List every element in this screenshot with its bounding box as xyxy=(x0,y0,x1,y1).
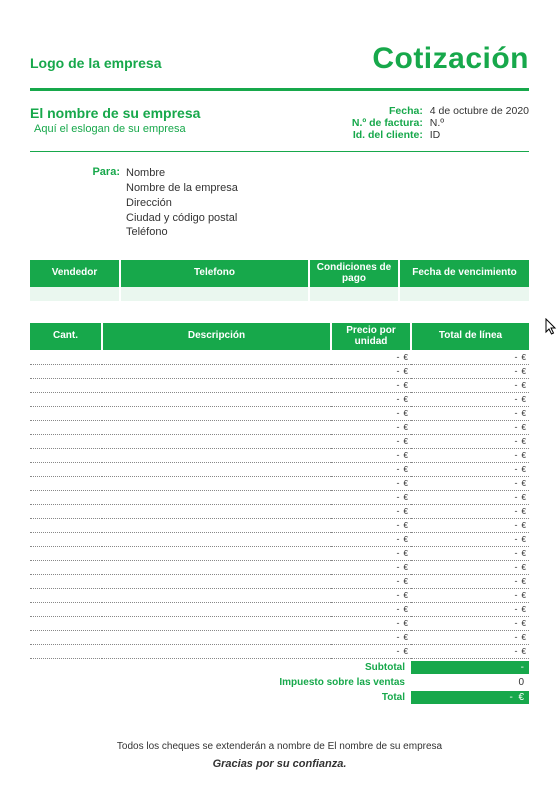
table-row: -€-€ xyxy=(30,462,529,476)
company-logo-text: Logo de la empresa xyxy=(30,55,161,71)
tax-value: 0 xyxy=(411,676,529,689)
recipient-address: Dirección xyxy=(126,196,238,211)
items-header-desc: Descripción xyxy=(102,323,331,350)
company-name: El nombre de su empresa xyxy=(30,105,200,121)
table-row: -€-€ xyxy=(30,420,529,434)
table-row: -€-€ xyxy=(30,434,529,448)
recipient-company: Nombre de la empresa xyxy=(126,181,238,196)
divider-sub xyxy=(30,151,529,152)
info-header-seller: Vendedor xyxy=(30,260,120,287)
table-row: -€-€ xyxy=(30,490,529,504)
table-row: -€-€ xyxy=(30,616,529,630)
info-row xyxy=(30,287,529,301)
subtotal-label: Subtotal xyxy=(365,662,411,673)
recipient-name: Nombre xyxy=(126,166,238,181)
recipient-label: Para: xyxy=(30,166,126,240)
table-row: -€-€ xyxy=(30,574,529,588)
table-row: -€-€ xyxy=(30,602,529,616)
recipient-block: Nombre Nombre de la empresa Dirección Ci… xyxy=(126,166,238,240)
recipient-citypostal: Ciudad y código postal xyxy=(126,211,238,226)
items-header-qty: Cant. xyxy=(30,323,102,350)
table-row: -€-€ xyxy=(30,476,529,490)
footer-line1: Todos los cheques se extenderán a nombre… xyxy=(30,741,529,752)
table-row: -€-€ xyxy=(30,630,529,644)
invoice-label: N.º de factura: xyxy=(331,117,423,129)
client-id-label: Id. del cliente: xyxy=(331,129,423,141)
recipient-phone: Teléfono xyxy=(126,225,238,240)
table-row: -€-€ xyxy=(30,588,529,602)
table-row: -€-€ xyxy=(30,364,529,378)
items-header-price: Precio por unidad xyxy=(331,323,411,350)
total-label: Total xyxy=(382,692,411,703)
cursor-icon xyxy=(545,318,557,336)
table-row: -€-€ xyxy=(30,532,529,546)
total-value: - € xyxy=(411,691,529,704)
info-table: Vendedor Telefono Condiciones de pago Fe… xyxy=(30,260,529,301)
client-id-value: ID xyxy=(426,129,441,141)
footer-thanks: Gracias por su confianza. xyxy=(30,758,529,770)
table-row: -€-€ xyxy=(30,392,529,406)
info-header-due: Fecha de vencimiento xyxy=(399,260,529,287)
table-row: -€-€ xyxy=(30,546,529,560)
table-row: -€-€ xyxy=(30,406,529,420)
info-header-terms: Condiciones de pago xyxy=(309,260,399,287)
document-title: Cotización xyxy=(372,42,529,76)
table-row: -€-€ xyxy=(30,560,529,574)
totals-block: Subtotal - Impuesto sobre las ventas 0 T… xyxy=(30,660,529,705)
table-row: -€-€ xyxy=(30,504,529,518)
company-slogan: Aquí el eslogan de su empresa xyxy=(30,123,200,135)
date-label: Fecha: xyxy=(331,105,423,117)
table-row: -€-€ xyxy=(30,518,529,532)
subtotal-value: - xyxy=(411,661,529,674)
info-header-phone: Telefono xyxy=(120,260,309,287)
items-header-line: Total de línea xyxy=(411,323,529,350)
table-row: -€-€ xyxy=(30,644,529,658)
date-value: 4 de octubre de 2020 xyxy=(426,105,529,117)
tax-label: Impuesto sobre las ventas xyxy=(279,677,411,688)
items-table: Cant. Descripción Precio por unidad Tota… xyxy=(30,323,529,659)
table-row: -€-€ xyxy=(30,448,529,462)
table-row: -€-€ xyxy=(30,350,529,364)
divider-main xyxy=(30,88,529,91)
invoice-value: N.º xyxy=(426,117,444,129)
table-row: -€-€ xyxy=(30,378,529,392)
